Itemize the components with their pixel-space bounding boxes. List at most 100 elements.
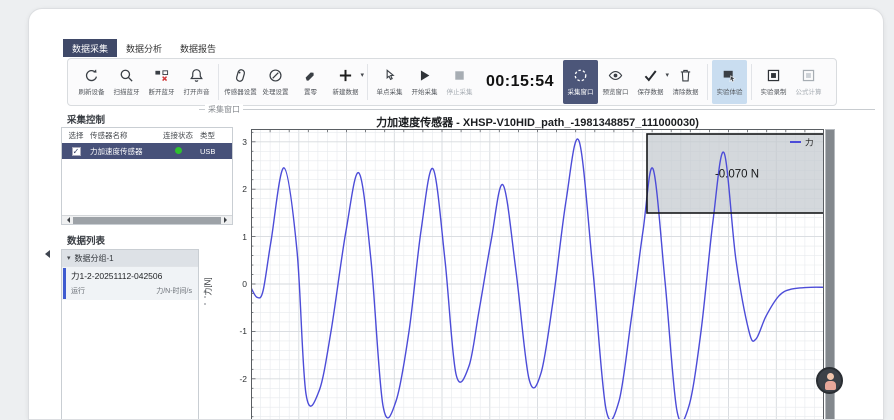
eraser-icon xyxy=(303,68,318,83)
toolbar-button-dashedcircle[interactable]: 采集窗口 xyxy=(563,60,598,104)
toolbar-button-label: 传感器设置 xyxy=(224,86,257,96)
toolbar-button-check[interactable]: ▾保存数据 xyxy=(633,60,668,104)
toolbar-button-stop[interactable]: 停止采集 xyxy=(442,60,477,104)
toolbar-button-btx[interactable]: 断开蓝牙 xyxy=(144,60,179,104)
toolbar-button-plus[interactable]: ▾新建数据 xyxy=(328,60,363,104)
hscroll-thumb[interactable] xyxy=(73,217,221,224)
sensor-checkbox[interactable]: ✓ xyxy=(72,147,81,156)
user-avatar-fab[interactable] xyxy=(816,367,843,394)
legend-label: 力 xyxy=(805,138,814,148)
waveform-plot[interactable]: -0.070 N 力 xyxy=(251,129,824,420)
check-icon xyxy=(643,68,658,83)
tab-数据采集[interactable]: 数据采集 xyxy=(63,39,117,57)
sensor-table: 选择 传感器名称 连接状态 类型 ✓ 力加速度传感器 USB xyxy=(61,127,233,225)
formula-icon xyxy=(801,68,816,83)
toolbar-button-label: 停止采集 xyxy=(447,86,473,96)
scroll-right-arrow-icon[interactable] xyxy=(224,217,230,223)
sensor-name: 力加速度传感器 xyxy=(90,146,156,157)
refresh-icon xyxy=(84,68,99,83)
toolbar-button-record[interactable]: 实验录制 xyxy=(756,60,791,104)
y-tick-label: 0 xyxy=(231,279,247,289)
sensor-table-hscrollbar[interactable] xyxy=(62,215,232,224)
toolbar-button-cast[interactable]: 实验体验 xyxy=(712,60,747,104)
toolbar-button-formula[interactable]: 公式计算 xyxy=(791,60,826,104)
sensor-table-row[interactable]: ✓ 力加速度传感器 USB xyxy=(62,143,232,159)
tab-bar: 数据采集数据分析数据报告 xyxy=(63,39,225,57)
scroll-left-arrow-icon[interactable] xyxy=(64,217,70,223)
dashedcircle-icon xyxy=(573,68,588,83)
sensor-icon xyxy=(233,68,248,83)
toolbar-button-label: 开始采集 xyxy=(412,86,438,96)
toolbar-button-label: 置零 xyxy=(304,86,317,96)
data-list-panel: ▾ 数据分组-1 力1-2-20251112-042506 运行 力/N-时间/… xyxy=(61,249,199,420)
toolbar-button-label: 刷新设备 xyxy=(79,86,105,96)
chevron-down-icon: ▾ xyxy=(67,254,71,262)
tab-数据分析[interactable]: 数据分析 xyxy=(117,39,171,57)
data-item-title: 力1-2-20251112-042506 xyxy=(71,270,192,282)
toolbar-button-label: 新建数据 xyxy=(333,86,359,96)
toolbar-left-groups: 刷新设备扫描蓝牙断开蓝牙打开声音传感器设置处理设置置零▾新建数据单点采集开始采集… xyxy=(74,59,477,105)
person-body-icon xyxy=(825,381,836,390)
toolbar-button-label: 处理设置 xyxy=(263,86,289,96)
sidebar-collapse-arrow[interactable] xyxy=(41,250,50,258)
toolbar-button-refresh[interactable]: 刷新设备 xyxy=(74,60,109,104)
data-group-label: 数据分组-1 xyxy=(75,253,114,264)
sensor-table-header: 选择 传感器名称 连接状态 类型 xyxy=(62,128,232,143)
toolbar-button-search[interactable]: 扫描蓝牙 xyxy=(109,60,144,104)
y-tick-label: -2 xyxy=(231,374,247,384)
sensor-type: USB xyxy=(200,147,230,156)
toolbar-button-play[interactable]: 开始采集 xyxy=(407,60,442,104)
toolbar-button-sensor[interactable]: 传感器设置 xyxy=(223,60,258,104)
y-axis-label: 力[N] xyxy=(203,277,214,295)
groupbox-border xyxy=(199,109,875,110)
toolbar-button-trash[interactable]: 清除数据 xyxy=(668,60,703,104)
toolbar-divider xyxy=(707,64,708,100)
toolbar: 刷新设备扫描蓝牙断开蓝牙打开声音传感器设置处理设置置零▾新建数据单点采集开始采集… xyxy=(67,58,837,106)
chart-title: 力加速度传感器 - XHSP-V10HID_path_-1981348857_1… xyxy=(251,114,824,130)
y-tick-label: -1 xyxy=(231,326,247,336)
col-select: 选择 xyxy=(62,130,90,141)
toolbar-button-label: 公式计算 xyxy=(796,86,822,96)
toolbar-button-bell[interactable]: 打开声音 xyxy=(179,60,214,104)
toolbar-button-label: 单点采集 xyxy=(377,86,403,96)
col-sensor-name: 传感器名称 xyxy=(90,130,156,141)
toolbar-button-eye[interactable]: 预览窗口 xyxy=(598,60,633,104)
dropdown-caret-icon[interactable]: ▾ xyxy=(360,71,364,79)
toolbar-button-eraser[interactable]: 置零 xyxy=(293,60,328,104)
toolbar-button-compass[interactable]: 处理设置 xyxy=(258,60,293,104)
item-accent-bar xyxy=(63,268,66,299)
play-icon xyxy=(417,68,432,83)
tab-数据报告[interactable]: 数据报告 xyxy=(171,39,225,57)
record-icon xyxy=(766,68,781,83)
search-icon xyxy=(119,68,134,83)
toolbar-button-label: 打开声音 xyxy=(184,86,210,96)
y-tick-label: 3 xyxy=(231,137,247,147)
compass-icon xyxy=(268,68,283,83)
toolbar-button-label: 断开蓝牙 xyxy=(149,86,175,96)
connection-status-dot xyxy=(175,147,182,154)
groupbox-label: 采集窗口 xyxy=(205,104,243,115)
data-group-row[interactable]: ▾ 数据分组-1 xyxy=(62,250,198,266)
bell-icon xyxy=(189,68,204,83)
data-item-status: 运行 xyxy=(71,286,85,296)
toolbar-divider xyxy=(367,64,368,100)
annotation-value: -0.070 N xyxy=(715,169,759,181)
data-item-axes: 力/N-时间/s xyxy=(156,286,192,296)
toolbar-button-label: 采集窗口 xyxy=(568,86,594,96)
data-list-item[interactable]: 力1-2-20251112-042506 运行 力/N-时间/s xyxy=(62,266,198,300)
toolbar-button-label: 实验录制 xyxy=(761,86,787,96)
btx-icon xyxy=(154,68,169,83)
trash-icon xyxy=(678,68,693,83)
toolbar-button-label: 清除数据 xyxy=(673,86,699,96)
toolbar-button-label: 保存数据 xyxy=(638,86,664,96)
col-conn-status: 连接状态 xyxy=(156,130,200,141)
person-icon xyxy=(827,373,834,380)
plot-area[interactable]: -0.070 N 力 xyxy=(251,129,824,420)
toolbar-divider xyxy=(218,64,219,100)
data-list-title: 数据列表 xyxy=(67,233,105,247)
cast-icon xyxy=(722,68,737,83)
toolbar-button-point[interactable]: 单点采集 xyxy=(372,60,407,104)
y-tick-label: 1 xyxy=(231,232,247,242)
y-tick-label: 2 xyxy=(231,184,247,194)
point-icon xyxy=(382,68,397,83)
